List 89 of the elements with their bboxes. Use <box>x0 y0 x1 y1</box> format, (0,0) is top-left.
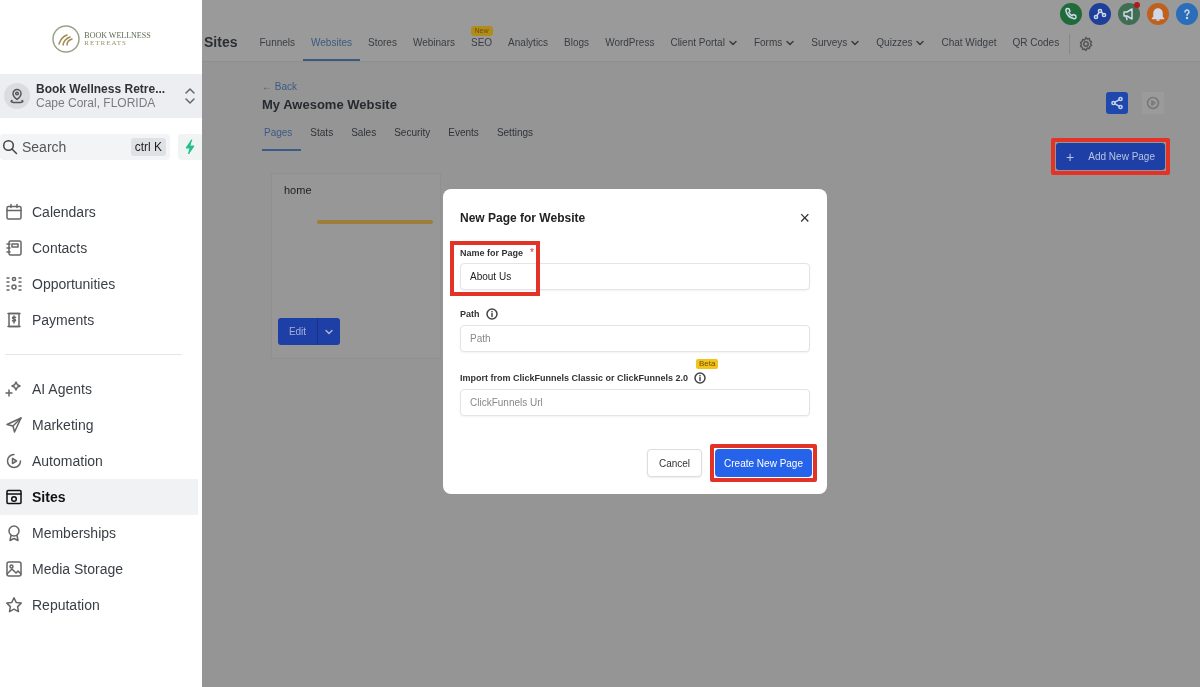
nav-tab[interactable]: Quizzes <box>868 37 934 61</box>
network-icon <box>5 275 23 293</box>
account-location: Cape Coral, FLORIDA <box>36 96 157 110</box>
nav-tab[interactable]: Forms <box>745 37 804 61</box>
website-title: My Awesome Website <box>262 97 398 112</box>
star-icon <box>5 596 23 614</box>
search-bar[interactable]: Search ctrl K <box>0 134 170 160</box>
edit-dropdown-button[interactable] <box>318 318 340 345</box>
settings-button[interactable] <box>1078 36 1095 52</box>
browser-window-icon <box>5 488 23 506</box>
field-label: Import from ClickFunnels Classic or ClickFunnels 2.0 <box>460 373 689 383</box>
sidebar-item[interactable]: Payments <box>0 302 198 338</box>
back-link[interactable]: ← Back <box>262 81 542 92</box>
page-tab[interactable]: Stats <box>301 123 343 151</box>
header-icon-button[interactable] <box>1176 3 1198 25</box>
nav-tab[interactable]: WordPress <box>597 37 663 61</box>
account-name: Book Wellness Retre... <box>36 82 167 96</box>
bell-icon <box>1150 6 1166 22</box>
paper-plane-icon <box>5 416 23 434</box>
nav-tab[interactable]: Analytics <box>500 37 557 61</box>
add-new-page-button[interactable]: + Add New Page <box>1056 143 1165 170</box>
page-tab[interactable]: Settings <box>487 123 542 151</box>
keyboard-shortcut: ctrl K <box>130 138 166 156</box>
page-name: home <box>283 183 313 198</box>
sidebar-item[interactable]: Marketing <box>0 407 198 443</box>
calendar-icon <box>5 203 23 221</box>
header-icon-button[interactable] <box>1089 3 1111 25</box>
page-tab[interactable]: Sales <box>342 123 386 151</box>
nav-tab[interactable]: Funnels <box>251 37 304 61</box>
notification-dot <box>1134 2 1140 8</box>
header-icon-button[interactable] <box>1147 3 1169 25</box>
connected-nodes-icon <box>1092 6 1108 22</box>
nav-tab[interactable]: Stores <box>360 37 405 61</box>
text-field[interactable]: Path <box>460 325 810 352</box>
nav-tab[interactable]: QR Codes <box>1004 37 1068 61</box>
beta-badge: Beta <box>696 359 719 369</box>
page-tab[interactable]: Events <box>439 123 488 151</box>
nav-tab[interactable]: Surveys <box>803 37 869 61</box>
contact-book-icon <box>5 239 23 257</box>
phone-icon <box>1063 6 1079 22</box>
edit-button[interactable]: Edit <box>278 318 318 345</box>
info-icon <box>694 372 707 384</box>
sidebar-item[interactable]: AI Agents <box>0 371 198 407</box>
award-ribbon-icon <box>5 524 23 542</box>
nav-tab[interactable]: Webinars <box>404 37 463 61</box>
chevron-up-down-icon <box>184 87 196 105</box>
sidebar-item[interactable]: Automation <box>0 443 198 479</box>
nav-tab[interactable]: Client Portal <box>662 37 746 61</box>
header-icon-button[interactable] <box>1118 3 1140 25</box>
settings-icon <box>1078 36 1095 52</box>
sidebar-item[interactable]: Reputation <box>0 587 198 623</box>
search-input[interactable]: Search <box>22 139 127 155</box>
cancel-button[interactable]: Cancel <box>646 449 703 477</box>
search-icon <box>2 139 18 155</box>
text-field[interactable]: About Us <box>460 263 810 290</box>
page-tab[interactable]: Security <box>385 123 440 151</box>
leaf-emblem-icon <box>51 24 82 54</box>
image-icon <box>5 560 23 578</box>
field-label: Path <box>460 309 480 319</box>
nav-tab[interactable]: Chat Widget <box>933 37 1005 61</box>
create-button[interactable]: Create New Page <box>715 449 812 477</box>
page-tab[interactable]: Pages <box>262 123 302 151</box>
dollar-receipt-icon <box>5 311 23 329</box>
sidebar-item[interactable]: Media Storage <box>0 551 198 587</box>
nav-tab[interactable]: Blogs <box>556 37 598 61</box>
sidebar-item[interactable]: Memberships <box>0 515 198 551</box>
share-icon <box>1110 96 1124 110</box>
location-pin-icon <box>9 88 25 104</box>
section-title: Sites <box>204 34 239 52</box>
required-asterisk: * <box>530 247 534 258</box>
sidebar-item[interactable]: Calendars <box>0 194 198 230</box>
play-circle-icon <box>5 452 23 470</box>
text-field[interactable]: ClickFunnels Url <box>460 389 810 416</box>
logo-text: BOOK WELLNESS <box>84 31 151 40</box>
nav-tab[interactable]: Websites <box>303 37 360 61</box>
account-switcher[interactable]: Book Wellness Retre... Cape Coral, FLORIDA <box>0 74 202 118</box>
lightning-bolt-icon <box>184 139 196 155</box>
info-icon <box>485 308 498 320</box>
sidebar-item[interactable]: Contacts <box>0 230 198 266</box>
sidebar-item[interactable]: Opportunities <box>0 266 198 302</box>
sparkle-icon <box>5 380 23 398</box>
dialog-title: New Page for Website <box>460 211 586 225</box>
sidebar-item[interactable]: Sites <box>0 479 198 515</box>
share-button[interactable] <box>1106 92 1128 114</box>
quick-action-button[interactable] <box>178 134 202 160</box>
header-icon-button[interactable] <box>1060 3 1082 25</box>
field-label: Name for Page <box>460 247 524 258</box>
close-button[interactable]: × <box>793 209 810 227</box>
play-circle-icon <box>1146 96 1160 110</box>
